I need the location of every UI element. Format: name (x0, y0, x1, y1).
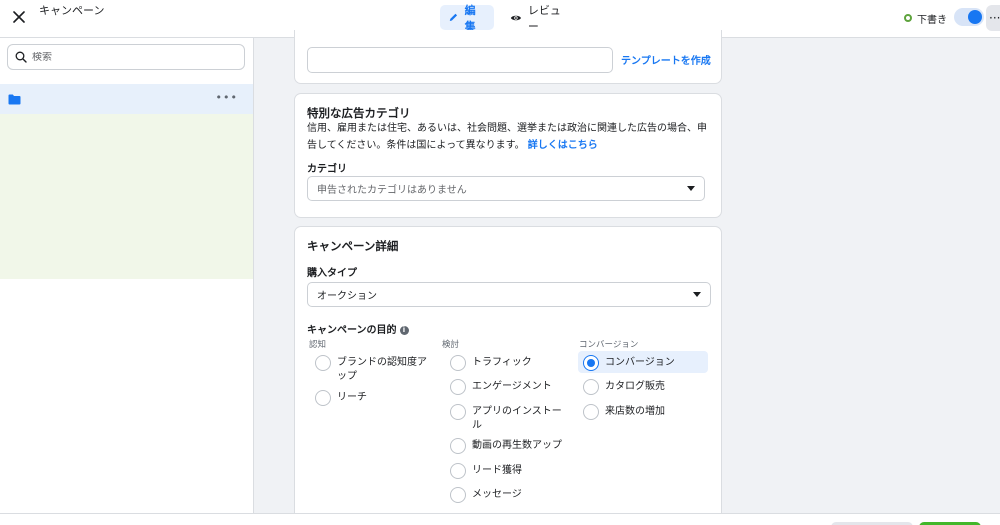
radio-button[interactable] (583, 379, 599, 395)
option-label: リード獲得 (472, 465, 522, 476)
special-category-title: 特別な広告カテゴリ (307, 106, 411, 120)
learn-more-link[interactable]: 詳しくはこちら (528, 140, 598, 151)
campaign-name-card: テンプレートを作成 (294, 30, 722, 84)
objective-messages[interactable]: メッセージ (450, 485, 522, 503)
consideration-heading: 検討 (442, 340, 460, 350)
objective-store-visits[interactable]: 来店数の増加 (583, 402, 665, 420)
review-tab[interactable]: レビュー (502, 4, 576, 33)
bottom-bar (0, 513, 1000, 525)
category-select-value: 申告されたカテゴリはありません (317, 185, 467, 196)
description-text: 信用、雇用または住宅、あるいは、社会問題、選挙または政治に関連した広告の場合、申… (307, 123, 707, 151)
review-tab-label: レビュー (527, 3, 561, 33)
objective-app-installs[interactable]: アプリのインストール (450, 402, 570, 433)
awareness-heading: 認知 (309, 340, 327, 350)
close-icon (13, 11, 25, 23)
radio-button[interactable] (450, 463, 466, 479)
option-label: ブランドの認知度アップ (337, 357, 427, 382)
option-label: エンゲージメント (472, 381, 552, 392)
objective-lead-generation[interactable]: リード獲得 (450, 461, 522, 479)
radio-button[interactable] (315, 355, 331, 371)
campaign-tree-item[interactable]: ••• (0, 84, 253, 114)
option-label: メッセージ (472, 489, 522, 500)
eye-icon (510, 15, 522, 20)
category-label: カテゴリ (307, 164, 347, 175)
option-label: トラフィック (472, 357, 532, 368)
create-template-link[interactable]: テンプレートを作成 (621, 52, 711, 67)
category-select[interactable]: 申告されたカテゴリはありません (307, 176, 705, 201)
radio-button[interactable] (450, 438, 466, 454)
objective-conversions[interactable]: コンバージョン (578, 351, 708, 373)
objective-video-views[interactable]: 動画の再生数アップ (450, 436, 562, 454)
option-label: 来店数の増加 (605, 406, 665, 417)
objective-catalog-sales[interactable]: カタログ販売 (583, 377, 665, 395)
special-category-description: 信用、雇用または住宅、あるいは、社会問題、選挙または政治に関連した広告の場合、申… (307, 120, 709, 154)
caret-down-icon (693, 292, 701, 297)
option-label: コンバージョン (605, 357, 675, 368)
radio-button[interactable] (450, 404, 466, 420)
adset-tree-area[interactable] (0, 114, 253, 279)
option-label: アプリのインストール (472, 406, 562, 431)
campaign-name-input[interactable] (307, 47, 613, 73)
toggle-knob (968, 10, 982, 24)
objective-label-text: キャンペーンの目的 (307, 325, 397, 336)
campaign-details-title: キャンペーン詳細 (307, 239, 399, 253)
status-dot-icon (904, 14, 912, 22)
special-category-card: 特別な広告カテゴリ 信用、雇用または住宅、あるいは、社会問題、選挙または政治に関… (294, 93, 722, 218)
close-button[interactable] (8, 6, 30, 28)
objective-label: キャンペーンの目的 i (307, 321, 409, 336)
option-label: 動画の再生数アップ (472, 440, 562, 451)
radio-button-selected[interactable] (583, 355, 599, 371)
radio-button[interactable] (583, 404, 599, 420)
option-label: リーチ (337, 392, 367, 403)
buying-type-select[interactable]: オークション (307, 282, 711, 307)
campaign-more-button[interactable]: ••• (216, 91, 238, 104)
radio-button[interactable] (450, 355, 466, 371)
draft-status: 下書き (904, 8, 947, 28)
caret-down-icon (687, 186, 695, 191)
more-options-button[interactable]: ··· (986, 5, 1000, 31)
buying-type-value: オークション (317, 291, 377, 302)
campaign-toggle[interactable] (954, 8, 984, 26)
info-icon[interactable]: i (399, 325, 409, 335)
search-input[interactable] (32, 51, 232, 63)
option-label: カタログ販売 (605, 381, 665, 392)
buying-type-label: 購入タイプ (307, 268, 357, 279)
objective-traffic[interactable]: トラフィック (450, 353, 532, 371)
radio-button[interactable] (450, 487, 466, 503)
objective-reach[interactable]: リーチ (315, 388, 367, 406)
campaign-details-card: キャンペーン詳細 購入タイプ オークション キャンペーンの目的 i 認知 検討 コ… (294, 226, 722, 525)
page-title: キャンペーン (39, 4, 105, 17)
pencil-icon (449, 13, 458, 22)
objective-engagement[interactable]: エンゲージメント (450, 377, 552, 395)
search-icon (15, 51, 27, 63)
sidebar: ••• (0, 38, 254, 513)
folder-icon (8, 94, 21, 104)
draft-label: 下書き (917, 14, 947, 26)
search-box[interactable] (7, 44, 245, 70)
radio-button[interactable] (315, 390, 331, 406)
edit-tab[interactable]: 編集 (440, 4, 494, 33)
conversion-heading: コンバージョン (579, 340, 639, 350)
objective-brand-awareness[interactable]: ブランドの認知度アップ (315, 353, 431, 384)
edit-tab-label: 編集 (464, 3, 476, 33)
radio-button[interactable] (450, 379, 466, 395)
